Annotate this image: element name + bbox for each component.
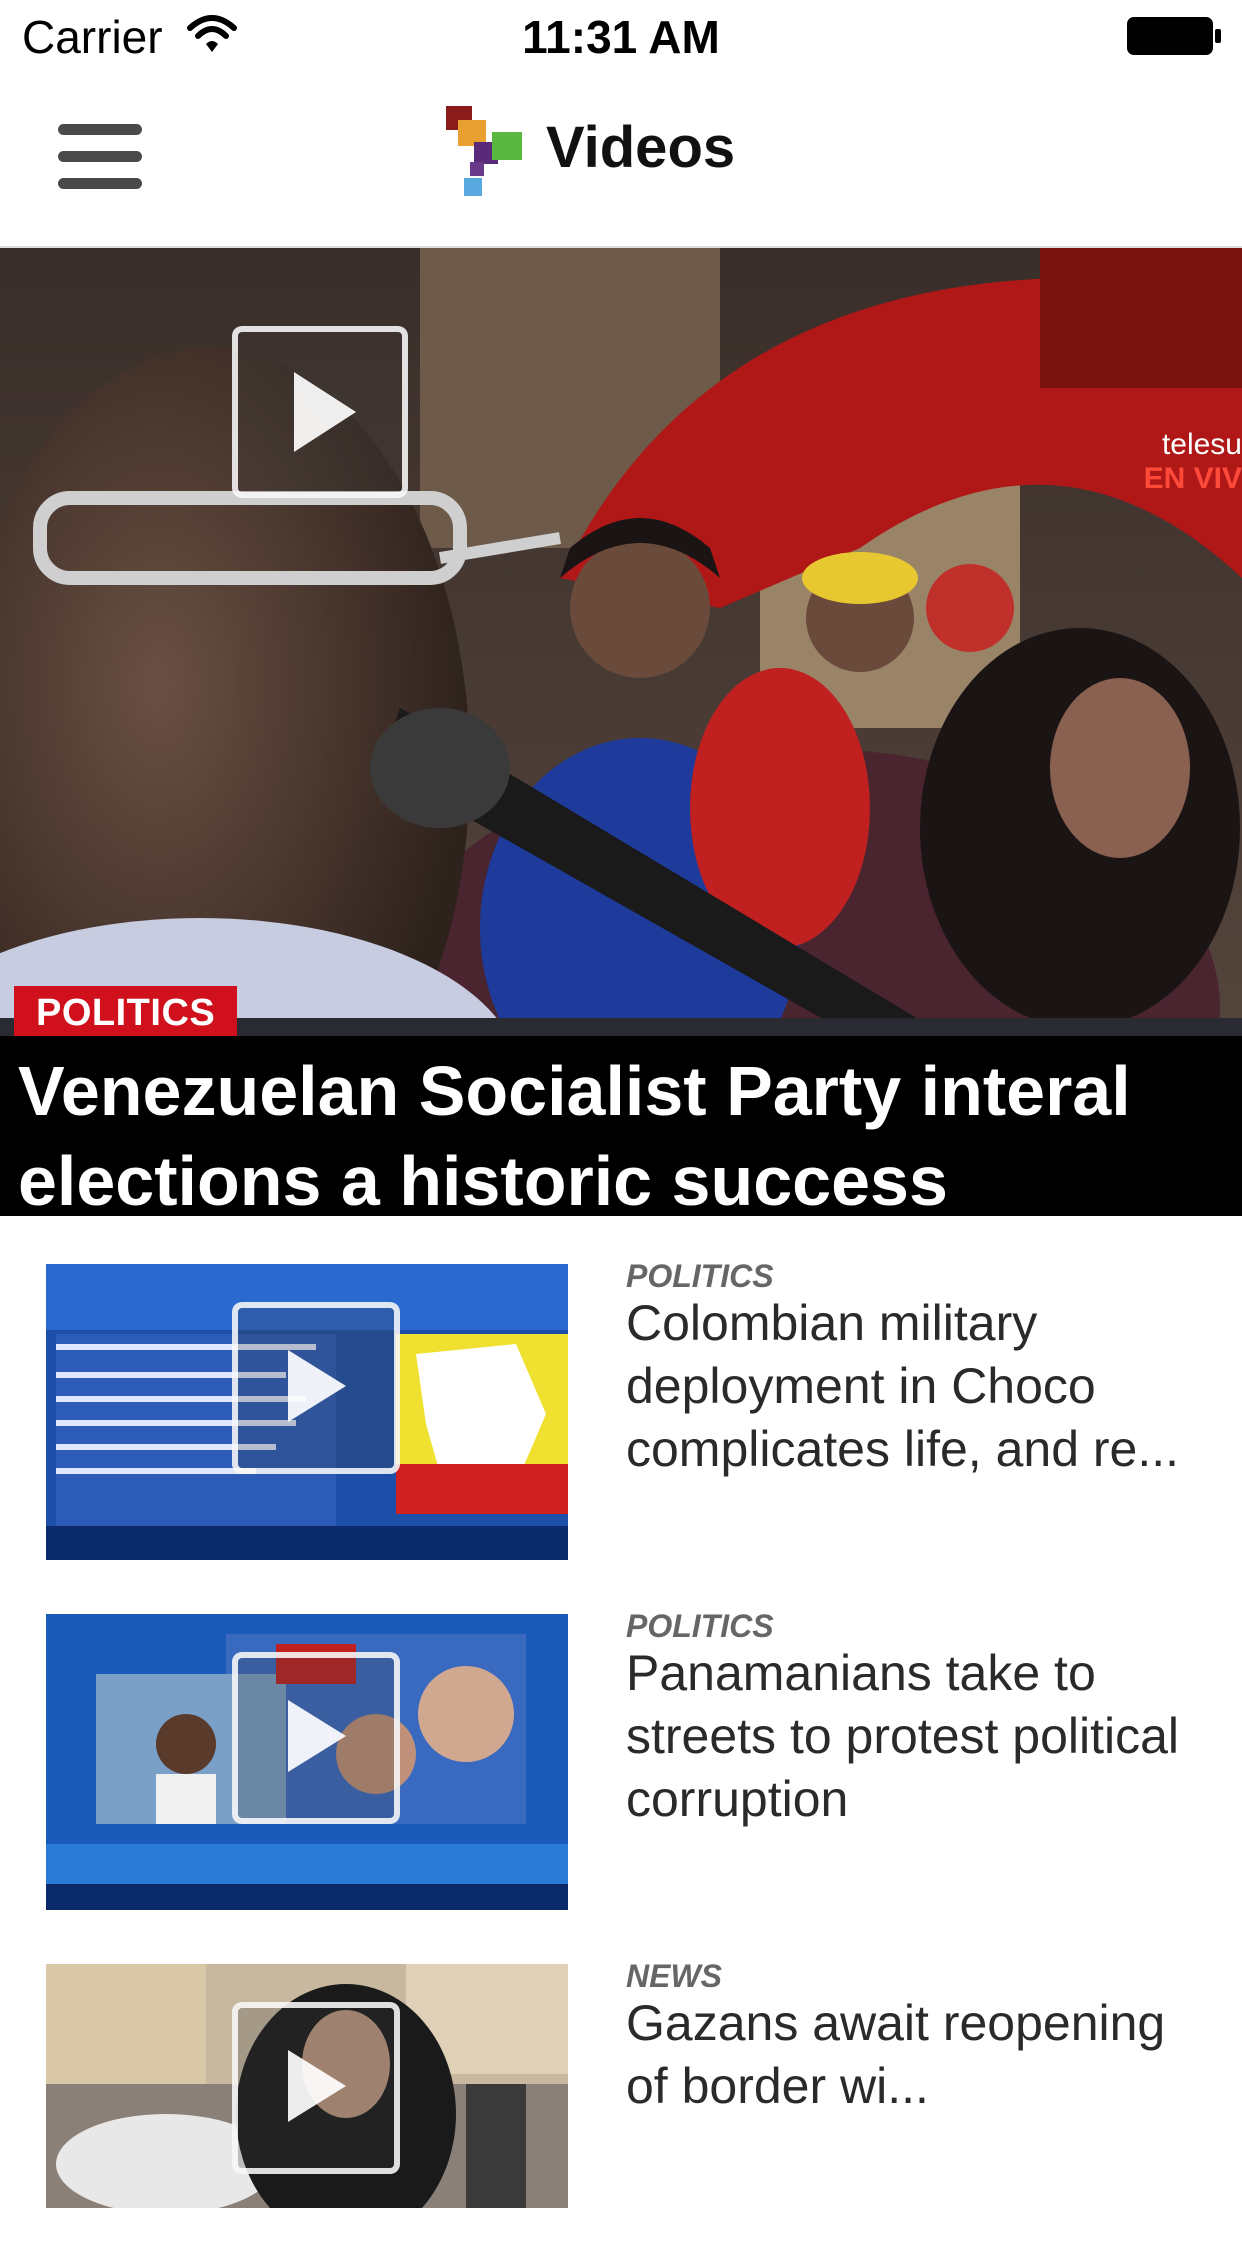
play-button[interactable]	[232, 2002, 400, 2174]
play-button[interactable]	[232, 1302, 400, 1474]
list-item[interactable]: POLITICS Colombian military deployment i…	[0, 1258, 1242, 1564]
featured-title: Venezuelan Socialist Party interal elect…	[18, 1052, 1131, 1216]
item-category: POLITICS	[626, 1258, 774, 1294]
play-icon	[288, 1350, 346, 1422]
video-thumbnail	[46, 1614, 568, 1910]
item-title: Panamanians take to streets to protest p…	[626, 1645, 1180, 1827]
video-thumbnail	[46, 1964, 568, 2260]
play-icon	[288, 1700, 346, 1772]
featured-caption: Venezuelan Socialist Party interal elect…	[0, 1036, 1242, 1216]
play-icon	[294, 372, 356, 452]
play-icon	[288, 2050, 346, 2122]
list-item[interactable]: POLITICS Panamanians take to streets to …	[0, 1608, 1242, 1914]
play-button[interactable]	[232, 326, 408, 498]
list-item[interactable]: NEWS Gazans await reopening of border wi…	[0, 1958, 1242, 2264]
item-title: Gazans await reopening of border wi...	[626, 1995, 1166, 2114]
category-badge: POLITICS	[14, 986, 238, 1038]
battery-icon	[1127, 17, 1221, 55]
hamburger-icon	[58, 124, 142, 135]
clock: 11:31 AM	[522, 11, 720, 63]
status-bar: Carrier 11:31 AM	[0, 0, 1242, 76]
item-category: NEWS	[626, 1958, 722, 1994]
item-title: Colombian military deployment in Choco c…	[626, 1295, 1180, 1477]
featured-video[interactable]: telesu EN VIV POLITICS Venezuelan Social…	[0, 248, 1242, 1216]
telesur-logo-icon	[446, 106, 522, 196]
item-category: POLITICS	[626, 1608, 774, 1644]
channel-watermark: telesu EN VIV	[1143, 428, 1242, 495]
menu-button[interactable]	[58, 124, 148, 196]
video-thumbnail	[46, 1264, 568, 1560]
page-title: Videos	[546, 115, 736, 180]
navigation-bar: Videos	[0, 76, 1242, 248]
play-button[interactable]	[232, 1652, 400, 1824]
